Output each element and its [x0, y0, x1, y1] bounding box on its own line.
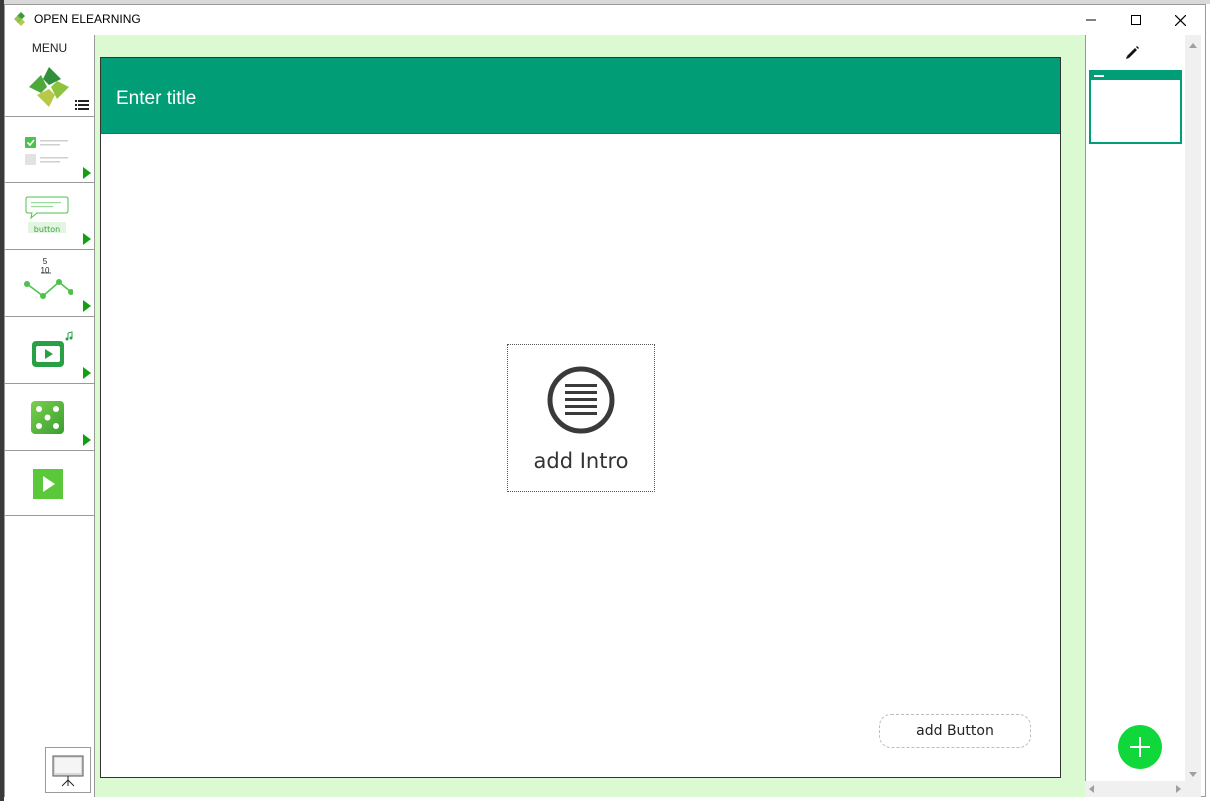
- expand-arrow-icon[interactable]: [83, 300, 91, 312]
- app-logo-icon[interactable]: [27, 65, 71, 109]
- expand-arrow-icon[interactable]: [83, 367, 91, 379]
- play-icon: [33, 469, 63, 499]
- slides-panel: [1085, 35, 1185, 797]
- app-window: OPEN ELEARNING MENU button 5 10 Enter ti…: [4, 4, 1206, 797]
- list-icon[interactable]: [75, 99, 89, 111]
- scroll-up-icon[interactable]: [1189, 43, 1197, 48]
- scroll-down-icon[interactable]: [1189, 772, 1197, 777]
- scroll-right-icon[interactable]: [1176, 785, 1181, 793]
- presentation-preview-button[interactable]: [45, 747, 91, 793]
- dice-icon: [31, 401, 64, 434]
- slide: Enter title add Intro add Button: [100, 57, 1061, 778]
- plus-icon: [1130, 737, 1150, 757]
- sidebar-item-game[interactable]: [5, 383, 94, 449]
- minimize-icon: [1085, 19, 1096, 21]
- title-bar: OPEN ELEARNING: [5, 5, 1205, 35]
- mini-button-label: button: [33, 225, 61, 234]
- close-icon: [1175, 14, 1186, 26]
- add-slide-button[interactable]: [1118, 725, 1162, 769]
- sidebar-item-media[interactable]: [5, 316, 94, 382]
- add-intro-label: add Intro: [533, 449, 629, 473]
- app-logo-icon: [14, 12, 25, 26]
- sidebar-item-dialog[interactable]: button: [5, 182, 94, 248]
- pencil-icon[interactable]: [1124, 45, 1140, 61]
- scroll-left-icon[interactable]: [1089, 785, 1094, 793]
- close-button[interactable]: [1158, 5, 1203, 35]
- expand-arrow-icon[interactable]: [83, 434, 91, 446]
- checklist-icon: [25, 137, 68, 165]
- menu-label[interactable]: MENU: [5, 41, 94, 55]
- slide-thumbnail[interactable]: [1089, 70, 1182, 144]
- sidebar-item-checklist[interactable]: [5, 116, 94, 182]
- fraction-denominator: 10: [40, 266, 50, 275]
- vertical-scrollbar[interactable]: [1185, 35, 1201, 797]
- text-lines-icon: [547, 366, 615, 434]
- slide-header[interactable]: Enter title: [101, 58, 1060, 134]
- thumbnail-header: [1091, 72, 1180, 80]
- fraction-numerator: 5: [42, 257, 48, 266]
- video-music-icon: [32, 331, 73, 367]
- maximize-icon: [1130, 15, 1141, 25]
- expand-arrow-icon[interactable]: [83, 233, 91, 245]
- minimize-button[interactable]: [1068, 5, 1113, 35]
- sidebar-item-play[interactable]: [5, 450, 94, 516]
- slide-title-input[interactable]: Enter title: [116, 88, 196, 110]
- window-title: OPEN ELEARNING: [34, 12, 141, 26]
- presentation-screen-icon: [52, 755, 84, 787]
- expand-arrow-icon[interactable]: [83, 167, 91, 179]
- sidebar: MENU button 5 10: [5, 35, 95, 797]
- maximize-button[interactable]: [1113, 5, 1158, 35]
- sidebar-item-quiz-graph[interactable]: 5 10: [5, 249, 94, 315]
- add-button[interactable]: add Button: [879, 714, 1031, 748]
- add-intro-button[interactable]: add Intro: [507, 344, 655, 492]
- horizontal-scrollbar[interactable]: [1085, 781, 1185, 797]
